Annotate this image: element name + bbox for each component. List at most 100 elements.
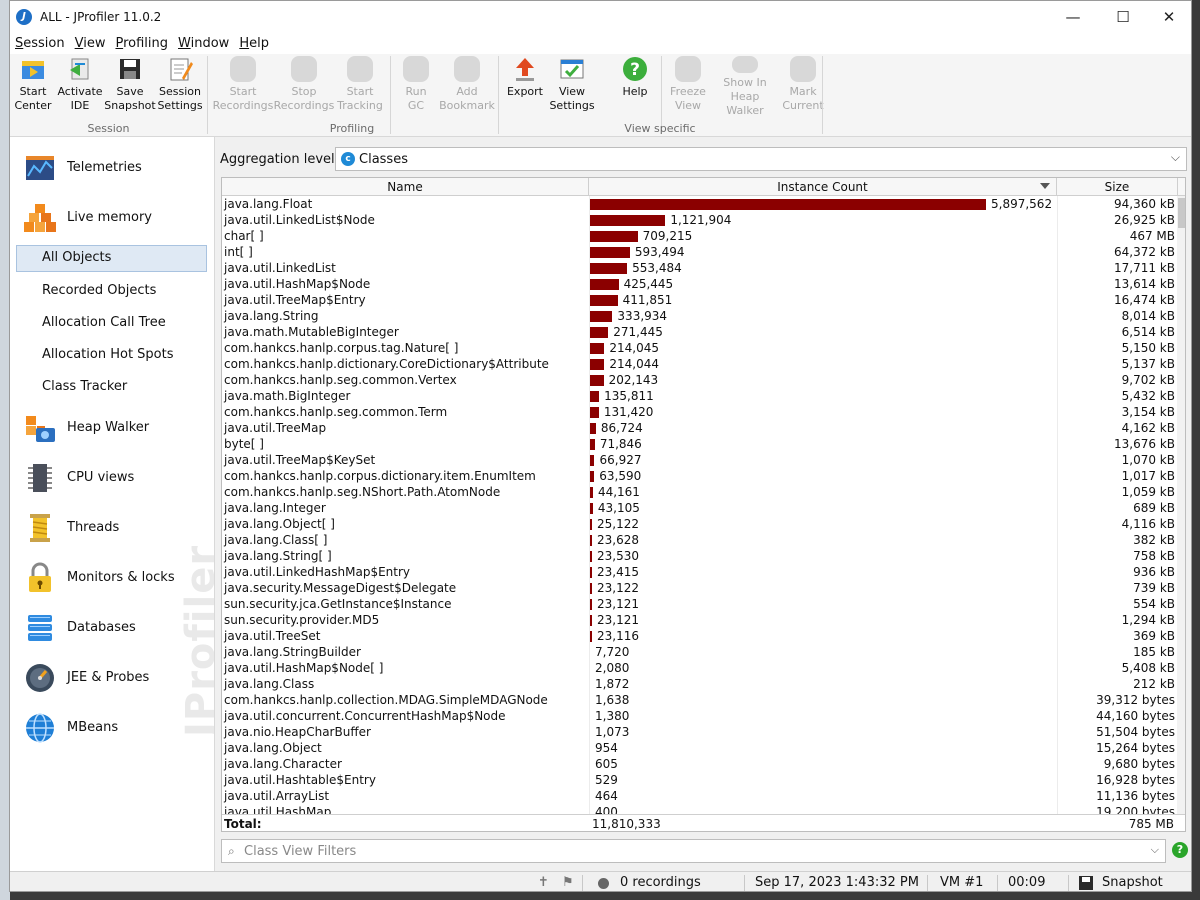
table-row[interactable]: java.util.TreeMap$Entry 411,851 16,474 kB: [222, 292, 1177, 308]
session-settings-button[interactable]: Session Settings: [157, 56, 203, 118]
table-row[interactable]: java.lang.Class[ ] 23,628 382 kB: [222, 532, 1177, 548]
table-row[interactable]: com.hankcs.hanlp.collection.MDAG.SimpleM…: [222, 692, 1177, 708]
menu-session[interactable]: Session: [10, 36, 70, 51]
table-row[interactable]: char[ ] 709,215 467 MB: [222, 228, 1177, 244]
status-separator: [744, 875, 745, 891]
table-row[interactable]: java.util.TreeSet 23,116 369 kB: [222, 628, 1177, 644]
instance-count-cell: 529: [595, 773, 618, 787]
sidebar-item-live-memory[interactable]: Live memory: [10, 193, 214, 243]
sidebar-subitem-all-objects[interactable]: All Objects: [42, 245, 111, 271]
table-row[interactable]: java.util.Hashtable$Entry 529 16,928 bytes: [222, 772, 1177, 788]
scrollbar-thumb[interactable]: [1178, 198, 1185, 228]
pin-icon[interactable]: ✝: [538, 872, 549, 891]
sidebar-item-mbeans[interactable]: MBeans: [10, 703, 214, 753]
table-row[interactable]: java.lang.Integer 43,105 689 kB: [222, 500, 1177, 516]
show-in-heap-walker-button[interactable]: Show In Heap Walker: [712, 56, 778, 118]
instance-count-cell: 23,530: [597, 549, 639, 563]
aggregation-level-label: Aggregation level:: [220, 151, 339, 167]
table-row[interactable]: java.lang.Character 605 9,680 bytes: [222, 756, 1177, 772]
table-row[interactable]: java.util.concurrent.ConcurrentHashMap$N…: [222, 708, 1177, 724]
start-center-button[interactable]: Start Center: [14, 56, 52, 118]
sidebar-item-monitors-locks[interactable]: Monitors & locks: [10, 553, 214, 603]
all-objects-table: Name Instance Count Size java.lang.Float…: [221, 177, 1186, 832]
help-button[interactable]: ? Help: [613, 56, 657, 118]
instance-count-bar: [590, 215, 666, 226]
help-icon[interactable]: ?: [1172, 842, 1188, 858]
toolbar: Start Center Activate IDE Save Snapshot: [10, 54, 1191, 137]
table-row[interactable]: java.util.LinkedList$Node 1,121,904 26,925…: [222, 212, 1177, 228]
table-row[interactable]: com.hankcs.hanlp.corpus.dictionary.item.…: [222, 468, 1177, 484]
table-body: java.lang.Float 5,897,562 94,360 kB java.ut…: [222, 196, 1177, 814]
table-row[interactable]: java.lang.Object 954 15,264 bytes: [222, 740, 1177, 756]
table-row[interactable]: com.hankcs.hanlp.dictionary.CoreDictiona…: [222, 356, 1177, 372]
sidebar-item-databases[interactable]: Databases: [10, 603, 214, 653]
table-row[interactable]: java.util.HashMap 400 19,200 bytes: [222, 804, 1177, 814]
table-row[interactable]: java.lang.Object[ ] 25,122 4,116 kB: [222, 516, 1177, 532]
activate-ide-button[interactable]: Activate IDE: [57, 56, 103, 118]
table-row[interactable]: java.lang.String 333,934 8,014 kB: [222, 308, 1177, 324]
table-row[interactable]: java.util.LinkedList 553,484 17,711 kB: [222, 260, 1177, 276]
column-header-name[interactable]: Name: [222, 178, 589, 196]
start-tracking-button[interactable]: Start Tracking: [336, 56, 384, 118]
class-view-filter-input[interactable]: [244, 842, 1124, 860]
table-row[interactable]: java.lang.Float 5,897,562 94,360 kB: [222, 196, 1177, 212]
aggregation-level-select[interactable]: c Classes ⌵: [335, 147, 1187, 171]
table-row[interactable]: byte[ ] 71,846 13,676 kB: [222, 436, 1177, 452]
view-settings-button[interactable]: View Settings: [549, 56, 595, 118]
column-header-size[interactable]: Size: [1057, 178, 1178, 196]
table-row[interactable]: java.math.MutableBigInteger 271,445 6,514 …: [222, 324, 1177, 340]
run-gc-button[interactable]: Run GC: [396, 56, 436, 118]
export-button[interactable]: Export: [505, 56, 545, 118]
add-bookmark-button[interactable]: Add Bookmark: [439, 56, 495, 118]
table-row[interactable]: java.util.HashMap$Node 425,445 13,614 kB: [222, 276, 1177, 292]
class-view-filter[interactable]: ⌕ ⌵: [221, 839, 1166, 863]
sidebar-item-jee-probes[interactable]: JEE & Probes: [10, 653, 214, 703]
menu-profiling[interactable]: Profiling: [110, 36, 173, 51]
sidebar-subitem-allocation-hot-spots[interactable]: Allocation Hot Spots: [42, 342, 174, 368]
table-row[interactable]: java.lang.String[ ] 23,530 758 kB: [222, 548, 1177, 564]
table-row[interactable]: java.lang.Class 1,872 212 kB: [222, 676, 1177, 692]
table-row[interactable]: com.hankcs.hanlp.seg.NShort.Path.AtomNod…: [222, 484, 1177, 500]
column-header-instance-count[interactable]: Instance Count: [589, 178, 1057, 196]
flag-icon[interactable]: ⚑: [562, 872, 574, 891]
sidebar-subitem-recorded-objects[interactable]: Recorded Objects: [42, 278, 156, 304]
sidebar-item-telemetries[interactable]: Telemetries: [10, 143, 214, 193]
save-snapshot-button[interactable]: Save Snapshot: [104, 56, 156, 118]
maximize-button[interactable]: ☐: [1100, 1, 1146, 32]
close-button[interactable]: ✕: [1146, 1, 1191, 32]
freeze-view-button[interactable]: Freeze View: [668, 56, 708, 118]
start-recordings-button[interactable]: Start Recordings: [213, 56, 273, 118]
table-row[interactable]: java.util.TreeMap$KeySet 66,927 1,070 kB: [222, 452, 1177, 468]
size-cell: 26,925 kB: [1114, 213, 1175, 227]
size-cell: 6,514 kB: [1121, 325, 1175, 339]
sidebar-item-cpu-views[interactable]: CPU views: [10, 453, 214, 503]
table-row[interactable]: java.math.BigInteger 135,811 5,432 kB: [222, 388, 1177, 404]
stop-recordings-button[interactable]: Stop Recordings: [274, 56, 334, 118]
menu-help[interactable]: Help: [234, 36, 274, 51]
sidebar-item-heap-walker[interactable]: Heap Walker: [10, 403, 214, 453]
table-row[interactable]: com.hankcs.hanlp.corpus.tag.Nature[ ] 214…: [222, 340, 1177, 356]
mark-current-button[interactable]: Mark Current: [782, 56, 824, 118]
sidebar-item-threads[interactable]: Threads: [10, 503, 214, 553]
class-name-cell: int[ ]: [224, 245, 253, 259]
table-row[interactable]: com.hankcs.hanlp.seg.common.Vertex 202,14…: [222, 372, 1177, 388]
menu-window[interactable]: Window: [173, 36, 234, 51]
minimize-button[interactable]: —: [1050, 1, 1096, 32]
table-row[interactable]: java.util.HashMap$Node[ ] 2,080 5,408 kB: [222, 660, 1177, 676]
vertical-scrollbar[interactable]: [1177, 196, 1185, 814]
sidebar-subitem-class-tracker[interactable]: Class Tracker: [42, 374, 127, 400]
table-row[interactable]: java.util.LinkedHashMap$Entry 23,415 936 k…: [222, 564, 1177, 580]
chevron-down-icon[interactable]: ⌵: [1151, 843, 1159, 857]
table-row[interactable]: java.util.ArrayList 464 11,136 bytes: [222, 788, 1177, 804]
table-row[interactable]: sun.security.provider.MD5 23,121 1,294 kB: [222, 612, 1177, 628]
table-row[interactable]: java.nio.HeapCharBuffer 1,073 51,504 bytes: [222, 724, 1177, 740]
menu-view[interactable]: View: [70, 36, 111, 51]
table-row[interactable]: com.hankcs.hanlp.seg.common.Term 131,420 3…: [222, 404, 1177, 420]
table-row[interactable]: java.security.MessageDigest$Delegate 23,1…: [222, 580, 1177, 596]
add-bookmark-icon: [454, 56, 480, 82]
table-row[interactable]: sun.security.jca.GetInstance$Instance 23,…: [222, 596, 1177, 612]
table-row[interactable]: java.lang.StringBuilder 7,720 185 kB: [222, 644, 1177, 660]
table-row[interactable]: int[ ] 593,494 64,372 kB: [222, 244, 1177, 260]
table-row[interactable]: java.util.TreeMap 86,724 4,162 kB: [222, 420, 1177, 436]
sidebar-subitem-allocation-call-tree[interactable]: Allocation Call Tree: [42, 310, 166, 336]
